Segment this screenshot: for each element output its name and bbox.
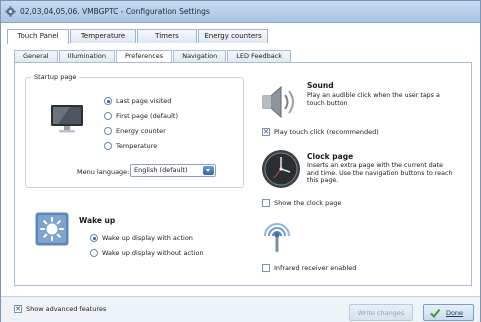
sound-description: Play an audible click when the user taps… [307, 92, 440, 107]
infrared-receiver-icon [264, 223, 290, 252]
startup-option-energy-counter[interactable]: Energy counter [104, 127, 166, 135]
checkbox-checked-icon: ✕ [14, 305, 22, 313]
wake-option-without-action[interactable]: Wake up display without action [90, 249, 204, 257]
radio-label: First page (default) [116, 112, 178, 120]
select-value: English (default) [134, 166, 188, 174]
checkbox-unchecked-icon [262, 264, 270, 272]
menu-language-select[interactable]: English (default) [130, 164, 216, 177]
tab-navigation[interactable]: Navigation [173, 50, 227, 62]
sun-brightness-icon [35, 212, 69, 246]
done-button[interactable]: Done [423, 304, 474, 321]
checkbox-unchecked-icon [262, 199, 270, 207]
config-window: 02,03,04,05,06. VMBGPTC - Configuration … [0, 0, 481, 322]
monitor-icon [51, 105, 83, 133]
tab-led-feedback[interactable]: LED Feedback [227, 50, 292, 62]
radio-label: Temperature [116, 142, 158, 150]
clock-icon [262, 150, 300, 188]
radio-label: Wake up display without action [102, 249, 204, 257]
radio-unselected [104, 127, 112, 135]
tab-timers[interactable]: Timers [137, 29, 197, 43]
window-title: 02,03,04,05,06. VMBGPTC - Configuration … [20, 7, 210, 16]
startup-option-first-page[interactable]: First page (default) [104, 112, 178, 120]
radio-label: Energy counter [116, 127, 166, 135]
write-changes-button[interactable]: Write changes [349, 304, 413, 321]
wake-option-with-action[interactable]: Wake up display with action [90, 234, 193, 242]
main-tab-bar: Touch Panel Temperature Timers Energy co… [7, 29, 269, 44]
checkbox-label: Show advanced features [26, 305, 107, 313]
infrared-receiver-checkbox[interactable]: Infrared receiver enabled [262, 264, 356, 272]
radio-selected [90, 234, 98, 242]
checkbox-label: Play touch click (recommended) [274, 128, 379, 136]
checkmark-icon [430, 308, 440, 318]
sub-tab-bar: General Illumination Preferences Navigat… [14, 50, 292, 63]
show-clock-page-checkbox[interactable]: Show the clock page [262, 199, 341, 207]
radio-unselected [104, 142, 112, 150]
title-bar: 02,03,04,05,06. VMBGPTC - Configuration … [1, 1, 480, 23]
clock-heading: Clock page [307, 152, 354, 161]
wake-up-heading: Wake up [79, 216, 116, 225]
show-advanced-features-checkbox[interactable]: ✕ Show advanced features [14, 305, 106, 313]
done-label: Done [445, 309, 464, 317]
checkbox-label: Show the clock page [274, 199, 342, 207]
clock-description: Inserts an extra page with the current d… [307, 162, 453, 184]
menu-language-label: Menu language: [77, 168, 130, 176]
checkbox-label: Infrared receiver enabled [274, 264, 357, 272]
radio-label: Last page visited [116, 97, 172, 105]
startup-page-title: Startup page [31, 73, 80, 81]
speaker-icon [262, 85, 294, 119]
gear-icon [5, 6, 16, 17]
startup-option-last-page[interactable]: Last page visited [104, 97, 171, 105]
radio-unselected [90, 249, 98, 257]
tab-temperature[interactable]: Temperature [70, 29, 136, 43]
tab-energy-counters[interactable]: Energy counters [198, 29, 268, 43]
checkbox-checked-icon: ✕ [262, 128, 270, 136]
tab-touch-panel[interactable]: Touch Panel [7, 29, 69, 44]
sound-heading: Sound [307, 81, 334, 90]
play-touch-click-checkbox[interactable]: ✕ Play touch click (recommended) [262, 128, 379, 136]
radio-selected [104, 97, 112, 105]
startup-option-temperature[interactable]: Temperature [104, 142, 157, 150]
chevron-down-icon [203, 166, 214, 175]
tab-general[interactable]: General [14, 50, 58, 62]
radio-label: Wake up display with action [102, 234, 193, 242]
tab-illumination[interactable]: Illumination [58, 50, 115, 62]
radio-unselected [104, 112, 112, 120]
